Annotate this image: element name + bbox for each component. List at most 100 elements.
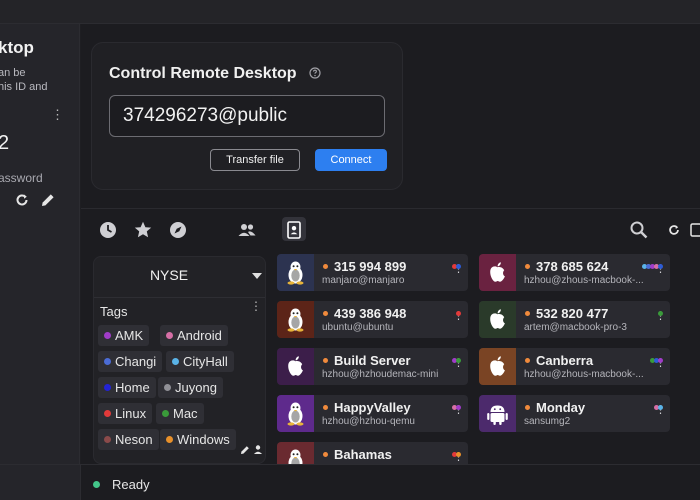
connect-button[interactable]: Connect [315, 149, 387, 171]
user-icon[interactable] [254, 445, 262, 454]
peer-user: ubuntu@ubuntu [322, 322, 394, 333]
tag-label: Android [177, 328, 222, 343]
peer-card[interactable]: 532 820 477 artem@macbook-pro-3 ⋮ [479, 301, 670, 338]
tag-chip[interactable]: AMK [98, 325, 150, 346]
peer-tag-dots [452, 350, 461, 363]
tag-label: Neson [115, 432, 153, 447]
tag-color-dot [658, 358, 663, 363]
group-icon[interactable] [237, 220, 257, 240]
address-book-sidebar: NYSE Tags ⋮ AMK Android Changi CityHall … [93, 256, 266, 464]
peer-user: hzhou@zhous-macbook-... [524, 275, 644, 286]
peer-tag-dots [452, 256, 461, 269]
refresh-icon[interactable] [667, 223, 681, 237]
peer-tag-dots [452, 397, 461, 410]
tag-label: Mac [173, 406, 198, 421]
peer-tag-dots [650, 350, 663, 363]
status-text: Ready [112, 477, 150, 492]
discovered-icon[interactable] [168, 220, 188, 240]
tag-label: Home [115, 380, 150, 395]
peer-status-dot [323, 452, 328, 457]
transfer-file-button[interactable]: Transfer file [210, 149, 300, 171]
peer-user: sansumg2 [524, 416, 571, 427]
mac-icon [479, 301, 516, 338]
tag-color-dot [658, 264, 663, 269]
peer-status-dot [323, 264, 328, 269]
tag-chip[interactable]: Windows [160, 429, 236, 450]
control-remote-card: Control Remote Desktop 374296273@public … [91, 42, 403, 190]
title-bar [0, 0, 700, 24]
tag-color-dot [104, 358, 111, 365]
tag-chip[interactable]: Neson [98, 429, 159, 450]
chevron-down-icon[interactable] [252, 273, 262, 279]
remote-id-input[interactable]: 374296273@public [109, 95, 385, 137]
tag-color-dot [456, 358, 461, 363]
search-icon[interactable] [629, 220, 649, 240]
my-id-value: 2 [0, 132, 9, 155]
edit-password-icon[interactable] [40, 192, 56, 208]
tag-color-dot [658, 311, 663, 316]
peer-card[interactable]: Canberra hzhou@zhous-macbook-... ⋮ [479, 348, 670, 385]
peer-id: Build Server [334, 353, 411, 368]
peer-card[interactable]: 315 994 899 manjaro@manjaro ⋮ [277, 254, 468, 291]
peer-user: artem@macbook-pro-3 [524, 322, 627, 333]
peer-card[interactable]: Monday sansumg2 ⋮ [479, 395, 670, 432]
view-mode-icon[interactable] [690, 223, 700, 237]
main-area: Control Remote Desktop 374296273@public … [81, 24, 700, 479]
panel-title: ktop [0, 38, 34, 57]
refresh-password-icon[interactable] [14, 192, 30, 208]
tag-label: Windows [177, 432, 230, 447]
status-bar: Ready [81, 464, 700, 500]
tag-chip[interactable]: Home [98, 377, 156, 398]
address-book-icon[interactable] [284, 220, 304, 240]
peer-id: 378 685 624 [536, 259, 609, 274]
peer-status-dot [525, 311, 530, 316]
peer-id: HappyValley [334, 400, 411, 415]
tags-menu-icon[interactable]: ⋮ [250, 300, 262, 312]
tag-chip[interactable]: Juyong [158, 377, 223, 398]
peer-status-dot [525, 264, 530, 269]
address-book-select[interactable]: NYSE [94, 267, 244, 283]
linux-icon [277, 301, 314, 338]
your-desktop-panel: ktop an be his ID and ⋮ 2 assword [0, 24, 80, 464]
tag-chip[interactable]: Android [160, 325, 228, 346]
peer-user: hzhou@hzhou-qemu [322, 416, 415, 427]
tags-divider [94, 297, 265, 298]
tag-label: Changi [115, 354, 157, 369]
tag-chip[interactable]: Mac [156, 403, 204, 424]
password-label: assword [0, 171, 43, 185]
tag-color-dot [456, 452, 461, 457]
peer-status-dot [323, 358, 328, 363]
peer-card[interactable]: 439 386 948 ubuntu@ubuntu ⋮ [277, 301, 468, 338]
peer-status-dot [525, 358, 530, 363]
edit-icon[interactable] [241, 446, 249, 454]
tag-color-dot [104, 436, 111, 443]
peer-card[interactable]: 378 685 624 hzhou@zhous-macbook-... ⋮ [479, 254, 670, 291]
peer-tag-dots [456, 303, 461, 316]
peer-status-dot [323, 405, 328, 410]
recent-icon[interactable] [98, 220, 118, 240]
peer-id: Canberra [536, 353, 594, 368]
favorites-icon[interactable] [133, 220, 153, 240]
tag-color-dot [456, 311, 461, 316]
tag-color-dot [104, 332, 111, 339]
tag-chip[interactable]: Changi [98, 351, 163, 372]
tag-color-dot [658, 405, 663, 410]
help-icon[interactable] [309, 67, 321, 79]
tag-color-dot [456, 405, 461, 410]
tag-color-dot [164, 384, 171, 391]
tag-color-dot [166, 436, 173, 443]
tag-actions [241, 445, 262, 454]
peer-id: 315 994 899 [334, 259, 407, 274]
peer-id: Monday [536, 400, 586, 415]
peer-user: manjaro@manjaro [322, 275, 405, 286]
tags-heading: Tags [100, 304, 128, 319]
peer-card[interactable]: HappyValley hzhou@hzhou-qemu ⋮ [277, 395, 468, 432]
id-menu-icon[interactable]: ⋮ [51, 108, 64, 128]
peer-id: 532 820 477 [536, 306, 609, 321]
peer-tag-dots [654, 397, 663, 410]
peer-status-dot [323, 311, 328, 316]
tag-chip[interactable]: CityHall [166, 351, 234, 372]
tag-chip[interactable]: Linux [98, 403, 153, 424]
peer-card[interactable]: Build Server hzhou@hzhoudemac-mini ⋮ [277, 348, 468, 385]
mac-icon [277, 348, 314, 385]
